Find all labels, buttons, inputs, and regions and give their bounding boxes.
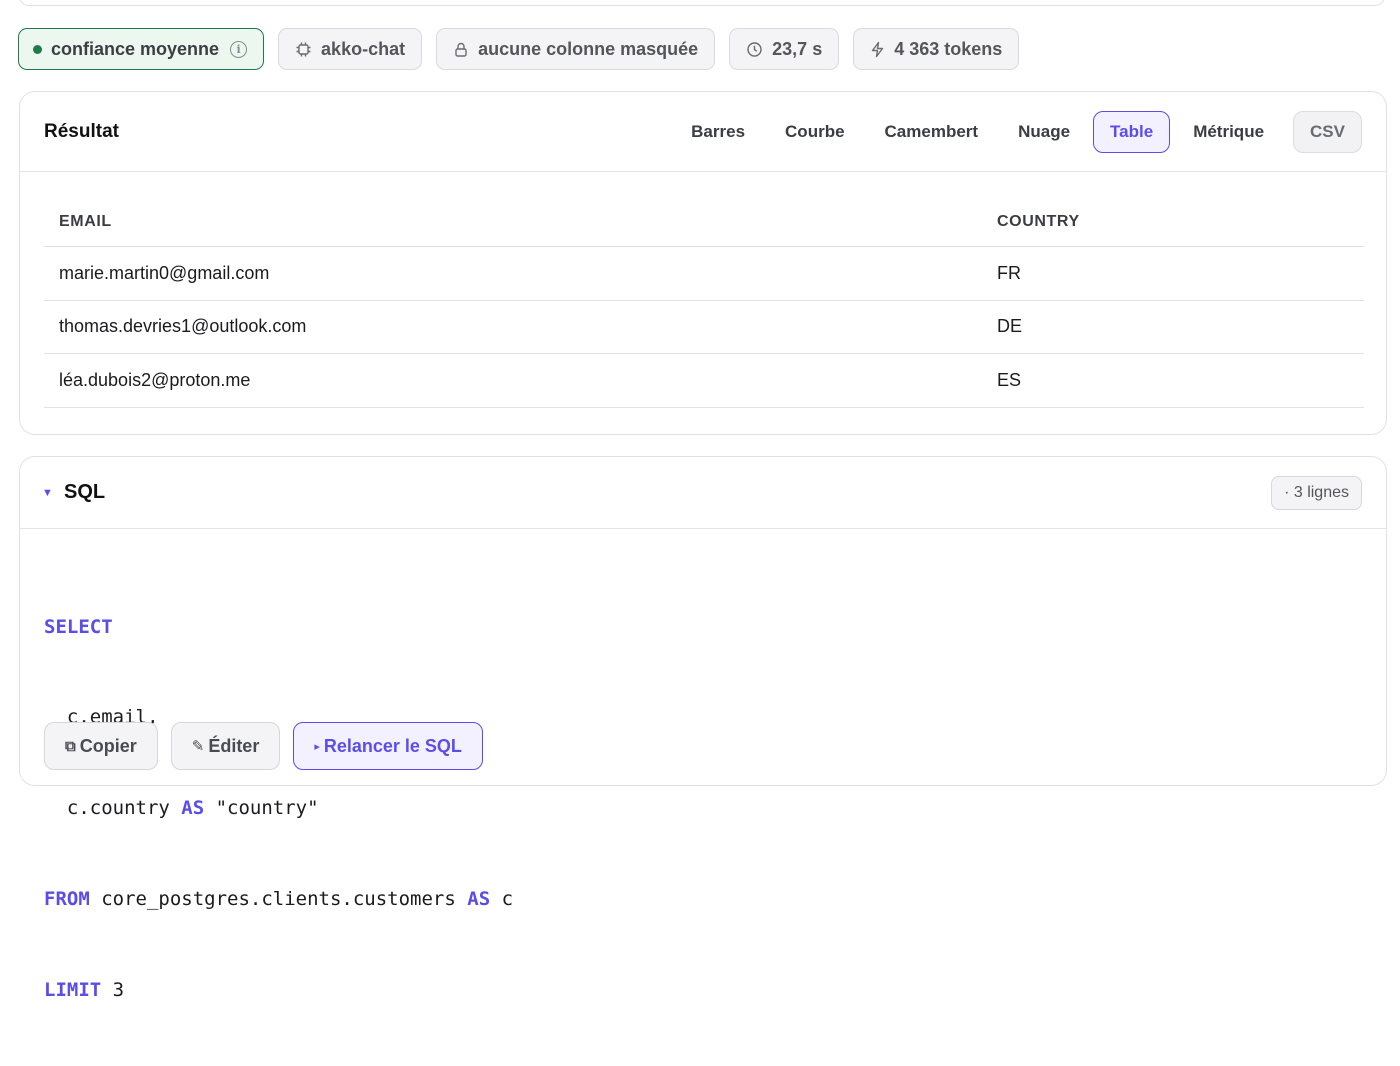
rerun-sql-button[interactable]: ▸ Relancer le SQL bbox=[293, 722, 483, 770]
rerun-label: Relancer le SQL bbox=[323, 735, 462, 756]
clock-icon bbox=[747, 41, 762, 57]
code-line: FROM core_postgres.clients.customers AS … bbox=[44, 884, 513, 914]
table-row: léa.dubois2@proton.me ES bbox=[44, 354, 1364, 408]
table-row: marie.martin0@gmail.com FR bbox=[44, 247, 1364, 301]
sql-keyword: AS bbox=[181, 797, 205, 820]
copy-label: Copier bbox=[79, 735, 137, 756]
result-table: EMAIL COUNTRY marie.martin0@gmail.com FR… bbox=[44, 198, 1364, 408]
result-card: Résultat Barres Courbe Camembert Nuage T… bbox=[19, 91, 1387, 435]
result-title: Résultat bbox=[44, 120, 119, 142]
sql-card: ▼ SQL · 3 lignes SELECT c.email, c.count… bbox=[19, 456, 1387, 1001]
edit-button[interactable]: ✎ Éditer bbox=[170, 722, 281, 770]
duration-chip: 23,7 s bbox=[729, 28, 840, 70]
masking-label: aucune colonne masquée bbox=[478, 38, 699, 59]
confidence-dot bbox=[33, 44, 42, 54]
sql-text: core_postgres.clients.customers bbox=[89, 888, 468, 911]
confidence-chip[interactable]: confiance moyenne i bbox=[18, 28, 265, 70]
cell-country: DE bbox=[997, 316, 1023, 337]
confidence-label: confiance moyenne bbox=[51, 38, 220, 59]
sql-text: "country" bbox=[204, 797, 319, 820]
chip-icon bbox=[296, 42, 311, 56]
sql-text: c.country bbox=[44, 797, 182, 820]
pencil-icon: ✎ bbox=[191, 738, 205, 755]
model-label: akko-chat bbox=[321, 38, 406, 59]
view-switcher: Barres Courbe Camembert Nuage Table Métr… bbox=[674, 110, 1362, 153]
cell-country: FR bbox=[997, 262, 1021, 283]
info-icon[interactable]: i bbox=[230, 40, 248, 58]
view-pie-button[interactable]: Camembert bbox=[868, 111, 996, 153]
csv-export-button[interactable]: CSV bbox=[1293, 110, 1362, 153]
play-icon: ▸ bbox=[314, 740, 320, 753]
duration-label: 23,7 s bbox=[772, 38, 823, 59]
view-table-button[interactable]: Table bbox=[1093, 110, 1171, 153]
sql-keyword: AS bbox=[467, 888, 491, 911]
view-metric-button[interactable]: Métrique bbox=[1176, 111, 1281, 153]
sql-actions: ⧉ Copier ✎ Éditer ▸ Relancer le SQL bbox=[44, 722, 483, 770]
row-count-badge: · 3 lignes bbox=[1271, 475, 1362, 510]
collapse-caret-icon[interactable]: ▼ bbox=[42, 487, 64, 499]
copy-icon: ⧉ bbox=[65, 737, 76, 755]
view-scatter-button[interactable]: Nuage bbox=[1001, 111, 1087, 153]
sql-title: SQL bbox=[64, 481, 106, 503]
cell-email: léa.dubois2@proton.me bbox=[59, 369, 251, 390]
table-header: EMAIL COUNTRY bbox=[44, 198, 1364, 247]
sql-text: c bbox=[490, 888, 514, 911]
code-line: LIMIT 3 bbox=[44, 975, 513, 1005]
sql-keyword: SELECT bbox=[44, 615, 113, 638]
sql-code[interactable]: SELECT c.email, c.country AS "country" F… bbox=[44, 551, 513, 1066]
view-line-button[interactable]: Courbe bbox=[768, 111, 862, 153]
cell-country: ES bbox=[997, 369, 1022, 390]
sql-text: 3 bbox=[101, 979, 125, 1002]
previous-card-edge bbox=[19, 0, 1385, 6]
code-line: c.country AS "country" bbox=[44, 793, 513, 823]
cell-email: thomas.devries1@outlook.com bbox=[59, 316, 307, 337]
cell-email: marie.martin0@gmail.com bbox=[59, 262, 270, 283]
lock-icon bbox=[455, 42, 467, 57]
sql-keyword: FROM bbox=[44, 888, 90, 911]
model-chip: akko-chat bbox=[278, 28, 423, 70]
code-line: SELECT bbox=[44, 612, 513, 642]
masking-chip: aucune colonne masquée bbox=[436, 28, 716, 70]
edit-label: Éditer bbox=[208, 735, 260, 756]
column-header-email[interactable]: EMAIL bbox=[44, 213, 997, 231]
table-row: thomas.devries1@outlook.com DE bbox=[44, 301, 1364, 354]
sql-keyword: LIMIT bbox=[44, 979, 102, 1002]
copy-button[interactable]: ⧉ Copier bbox=[44, 722, 158, 770]
metadata-chips: confiance moyenne i akko-chat aucune col… bbox=[18, 28, 1020, 70]
column-header-country[interactable]: COUNTRY bbox=[997, 213, 1364, 231]
tokens-label: 4 363 tokens bbox=[894, 38, 1003, 59]
result-header: Résultat Barres Courbe Camembert Nuage T… bbox=[20, 92, 1386, 172]
lightning-icon bbox=[872, 41, 884, 57]
sql-header[interactable]: ▼ SQL · 3 lignes bbox=[20, 457, 1386, 529]
tokens-chip: 4 363 tokens bbox=[853, 28, 1020, 70]
view-bars-button[interactable]: Barres bbox=[674, 111, 762, 153]
